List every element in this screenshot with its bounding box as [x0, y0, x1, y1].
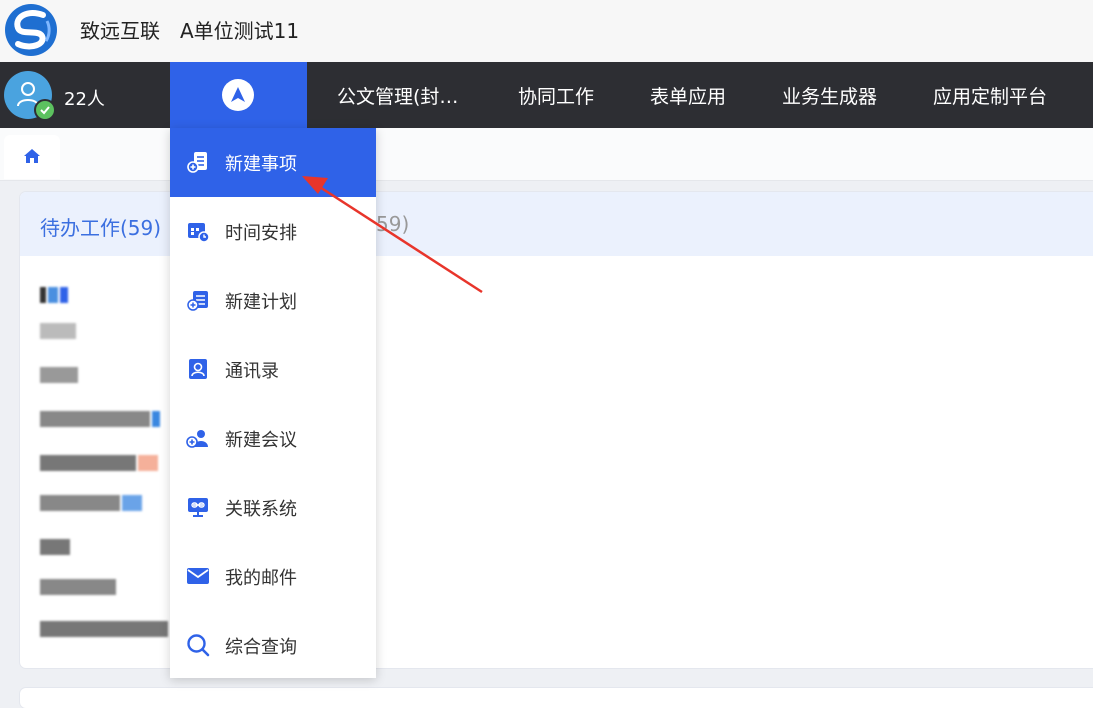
menu-item-label: 时间安排 — [225, 223, 297, 244]
list-item[interactable] — [40, 492, 144, 511]
calendar-clock-icon — [188, 223, 210, 243]
list-item[interactable] — [40, 576, 118, 595]
annotation-arrow-icon — [302, 176, 483, 294]
search-icon — [187, 634, 210, 657]
online-status-badge — [34, 99, 56, 121]
brand-bar: 致远互联 A单位测试11 — [0, 0, 1093, 62]
new-item-icon — [187, 152, 207, 173]
nav-item-document-management[interactable]: 公文管理(封… — [337, 82, 458, 109]
list-item[interactable] — [40, 452, 160, 471]
main-nav: 22人 公文管理(封… 协同工作 表单应用 业务生成器 应用定制平台 — [0, 62, 1093, 128]
brand-title: 致远互联 A单位测试11 — [80, 15, 299, 44]
new-plan-icon — [187, 291, 208, 311]
list-item[interactable] — [40, 320, 78, 339]
menu-item-label: 综合查询 — [225, 637, 297, 658]
nav-item-collaboration[interactable]: 协同工作 — [518, 82, 594, 109]
company-logo-icon — [5, 4, 57, 56]
tab-pending-work[interactable]: 待办工作(59) — [40, 212, 161, 241]
list-item[interactable] — [40, 408, 162, 427]
mail-icon — [187, 568, 209, 584]
list-item[interactable] — [40, 364, 80, 383]
home-icon — [24, 149, 40, 163]
list-item[interactable] — [40, 536, 72, 555]
menu-item-label: 我的邮件 — [225, 568, 297, 589]
list-item[interactable] — [40, 618, 170, 637]
nav-item-business-generator[interactable]: 业务生成器 — [782, 82, 877, 109]
nav-home-button[interactable] — [170, 62, 307, 128]
nav-item-app-customization[interactable]: 应用定制平台 — [933, 82, 1047, 109]
menu-item-contacts[interactable]: 通讯录 — [170, 335, 376, 404]
secondary-card — [20, 688, 1093, 708]
linked-system-icon — [188, 498, 208, 517]
user-avatar[interactable] — [4, 71, 56, 121]
company-name: 致远互联 — [80, 19, 160, 43]
menu-item-new-meeting[interactable]: 新建会议 — [170, 404, 376, 473]
menu-item-label: 关联系统 — [225, 499, 297, 520]
menu-item-my-mail[interactable]: 我的邮件 — [170, 542, 376, 611]
menu-item-general-search[interactable]: 综合查询 — [170, 611, 376, 680]
menu-item-label: 新建计划 — [225, 292, 297, 313]
contacts-icon — [189, 359, 207, 379]
tab-bar — [0, 128, 1093, 181]
new-meeting-icon — [186, 430, 208, 448]
unit-name[interactable]: A单位测试11 — [180, 19, 299, 43]
nav-item-form-apps[interactable]: 表单应用 — [650, 82, 726, 109]
navigation-arrow-icon — [222, 79, 254, 111]
menu-item-label: 新建会议 — [225, 430, 297, 451]
check-icon — [40, 106, 50, 115]
online-count[interactable]: 22人 — [64, 85, 105, 111]
menu-item-label: 新建事项 — [225, 154, 297, 175]
menu-item-label: 通讯录 — [225, 361, 279, 382]
list-item[interactable] — [40, 284, 70, 303]
menu-item-linked-system[interactable]: 关联系统 — [170, 473, 376, 542]
tab-home[interactable] — [4, 135, 60, 179]
